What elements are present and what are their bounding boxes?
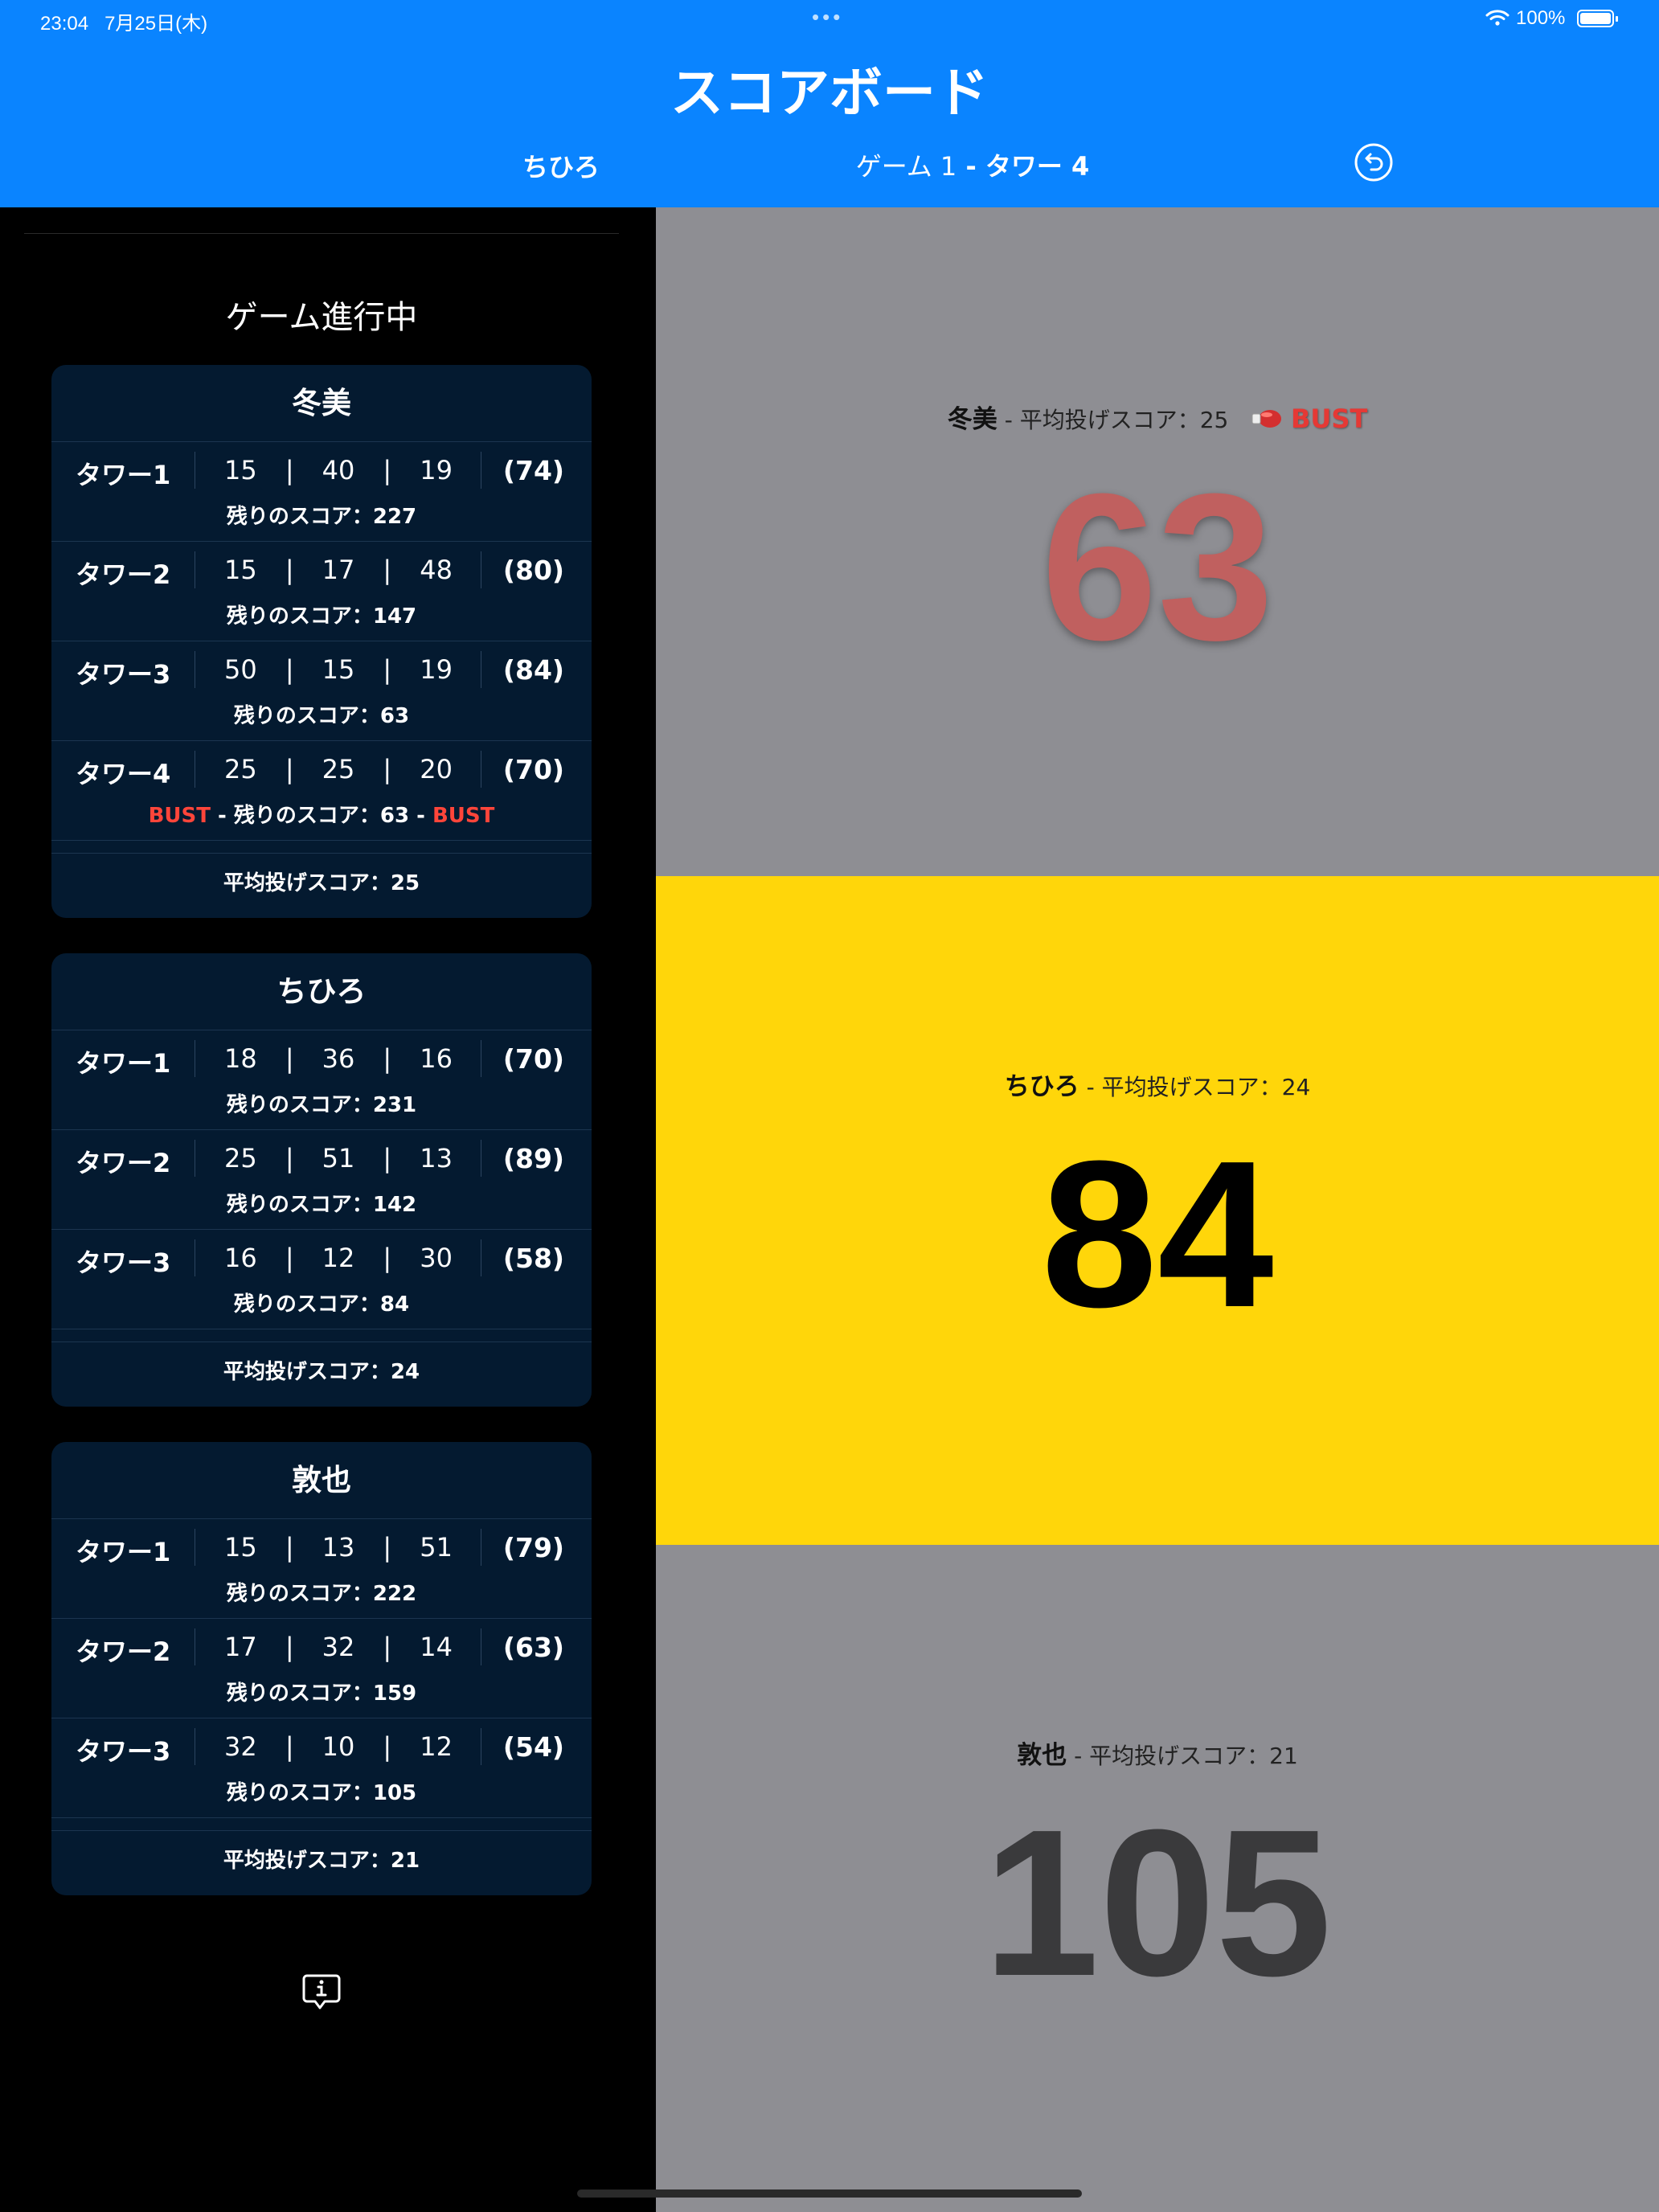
remaining-score: 残りのスコア：159 xyxy=(226,1682,417,1706)
multitask-dots[interactable]: ••• xyxy=(812,5,843,30)
panel-player-name: 冬美 xyxy=(947,405,997,434)
tower-row: タワー3 50 | 15 | 19 (84) 残りのスコア：63 xyxy=(51,641,592,741)
score-panel-fuyumi[interactable]: 冬美 - 平均投げスコア：25 BUST 63 xyxy=(656,207,1659,876)
tower-total: (74) xyxy=(502,455,564,486)
tower-row: タワー2 15 | 17 | 48 (80) 残りのスコア：147 xyxy=(51,542,592,641)
tower-total: (79) xyxy=(502,1532,564,1563)
throw-scores: 50 | 15 | 19 xyxy=(224,654,453,685)
player-name: 冬美 xyxy=(51,365,592,442)
bust-label: BUST xyxy=(1290,403,1368,434)
tower-total: (89) xyxy=(502,1143,564,1174)
average-score: 平均投げスコア：25 xyxy=(223,871,420,895)
battery-icon xyxy=(1577,10,1618,27)
tower-total: (84) xyxy=(502,654,564,686)
info-bubble-icon[interactable] xyxy=(301,1971,342,2013)
tower-row: タワー3 16 | 12 | 30 (58) 残りのスコア：84 xyxy=(51,1230,592,1329)
tower-label: タワー1 xyxy=(76,1537,171,1567)
remaining-score-big: 105 xyxy=(983,1787,1332,2020)
throw-scores: 25 | 51 | 13 xyxy=(224,1143,453,1174)
bust-label: BUST xyxy=(432,804,495,828)
tower-total: (80) xyxy=(502,555,564,586)
tower-total: (70) xyxy=(502,1043,564,1075)
wifi-icon xyxy=(1485,10,1509,26)
average-score: 平均投げスコア：24 xyxy=(223,1360,420,1384)
remaining-score: 残りのスコア：231 xyxy=(226,1093,417,1117)
tower-total: (70) xyxy=(502,754,564,785)
remaining-score-big: 63 xyxy=(1041,451,1274,684)
panel-title: 冬美 - 平均投げスコア：25 BUST xyxy=(656,399,1659,435)
remaining-score: 残りのスコア：222 xyxy=(226,1582,417,1606)
remaining-score: 残りのスコア：105 xyxy=(226,1781,417,1805)
status-bar: 23:04 7月25日(木) ••• 100% xyxy=(0,0,1659,39)
remaining-score: 残りのスコア：147 xyxy=(226,604,417,629)
throw-scores: 16 | 12 | 30 xyxy=(224,1243,453,1273)
remaining-score: 残りのスコア：63 xyxy=(233,704,410,728)
tower-label: タワー1 xyxy=(76,460,171,490)
player-card-fuyumi: 冬美 タワー1 15 | 40 | 19 (74) 残りのスコア：227 タワー2 15… xyxy=(51,365,592,918)
panel-player-name: ちひろ xyxy=(1004,1072,1079,1101)
tower-label: タワー2 xyxy=(76,1636,171,1667)
average-score: 平均投げスコア：21 xyxy=(223,1849,420,1873)
throw-scores: 15 | 40 | 19 xyxy=(224,455,453,485)
tower-label: タワー3 xyxy=(76,1736,171,1767)
panel-average: - 平均投げスコア：25 xyxy=(997,407,1229,433)
undo-arrow-icon[interactable] xyxy=(1354,142,1394,182)
game-tower-label: ゲーム 1 - タワー 4 xyxy=(772,146,1174,183)
tower-label: タワー3 xyxy=(76,1247,171,1278)
score-panel-chihiro[interactable]: ちひろ - 平均投げスコア：24 84 xyxy=(656,876,1659,1545)
status-time: 23:04 7月25日(木) xyxy=(40,13,208,35)
remaining-score-big: 84 xyxy=(1041,1118,1274,1351)
panel-average: - 平均投げスコア：21 xyxy=(1067,1743,1298,1769)
remaining-score: BUST - 残りのスコア：63 - BUST xyxy=(148,804,495,828)
panel-title: 敦也 - 平均投げスコア：21 xyxy=(656,1735,1659,1771)
player-name: ちひろ xyxy=(51,953,592,1030)
bust-label: BUST xyxy=(148,804,211,828)
tower-label: タワー4 xyxy=(76,759,171,789)
tower-row: タワー1 18 | 36 | 16 (70) 残りのスコア：231 xyxy=(51,1030,592,1130)
tower-label: タワー2 xyxy=(76,559,171,590)
tower-row: タワー4 25 | 25 | 20 (70) BUST - 残りのスコア：63 - BU… xyxy=(51,741,592,841)
game-label: ゲーム 1 xyxy=(855,151,957,182)
throw-scores: 32 | 10 | 12 xyxy=(224,1731,453,1762)
throw-scores: 15 | 17 | 48 xyxy=(224,555,453,585)
tower-label: タワー3 xyxy=(76,659,171,690)
home-indicator[interactable] xyxy=(577,2189,1082,2198)
throw-scores: 18 | 36 | 16 xyxy=(224,1043,453,1074)
tower-total: (58) xyxy=(502,1243,564,1274)
tower-row: タワー1 15 | 40 | 19 (74) 残りのスコア：227 xyxy=(51,442,592,542)
throw-scores: 17 | 32 | 14 xyxy=(224,1632,453,1662)
tower-total: (63) xyxy=(502,1632,564,1663)
player-name: 敦也 xyxy=(51,1442,592,1519)
divider xyxy=(24,233,619,234)
panel-title: ちひろ - 平均投げスコア：24 xyxy=(656,1066,1659,1102)
page-title: スコアボード xyxy=(670,62,989,124)
sidebar: ゲーム進行中 冬美 タワー1 15 | 40 | 19 (74) 残りのスコア：227 … xyxy=(0,207,656,2212)
score-panel-atsuya[interactable]: 敦也 - 平均投げスコア：21 105 xyxy=(656,1545,1659,2212)
remaining-score: 残りのスコア：227 xyxy=(226,505,417,529)
tower-row: タワー1 15 | 13 | 51 (79) 残りのスコア：222 xyxy=(51,1519,592,1619)
panel-average: - 平均投げスコア：24 xyxy=(1079,1074,1311,1100)
boxing-glove-icon xyxy=(1251,410,1282,428)
tower-total: (54) xyxy=(502,1731,564,1763)
throw-scores: 25 | 25 | 20 xyxy=(224,754,453,784)
throw-scores: 15 | 13 | 51 xyxy=(224,1532,453,1563)
tower-label: - タワー 4 xyxy=(956,151,1090,182)
remaining-score: 残りのスコア：84 xyxy=(233,1292,410,1317)
tower-label: タワー2 xyxy=(76,1148,171,1178)
player-card-chihiro: ちひろ タワー1 18 | 36 | 16 (70) 残りのスコア：231 タワー2 2… xyxy=(51,953,592,1407)
tower-label: タワー1 xyxy=(76,1048,171,1079)
battery-percent: 100% xyxy=(1516,7,1566,29)
current-player-label: ちひろ xyxy=(522,152,600,182)
panel-player-name: 敦也 xyxy=(1017,1741,1067,1770)
remaining-score: 残りのスコア：142 xyxy=(226,1193,417,1217)
player-card-atsuya: 敦也 タワー1 15 | 13 | 51 (79) 残りのスコア：222 タワー2 17… xyxy=(51,1442,592,1895)
tower-row: タワー2 17 | 32 | 14 (63) 残りのスコア：159 xyxy=(51,1619,592,1718)
tower-row: タワー2 25 | 51 | 13 (89) 残りのスコア：142 xyxy=(51,1130,592,1230)
sidebar-heading: ゲーム進行中 xyxy=(225,299,418,336)
tower-row: タワー3 32 | 10 | 12 (54) 残りのスコア：105 xyxy=(51,1718,592,1818)
